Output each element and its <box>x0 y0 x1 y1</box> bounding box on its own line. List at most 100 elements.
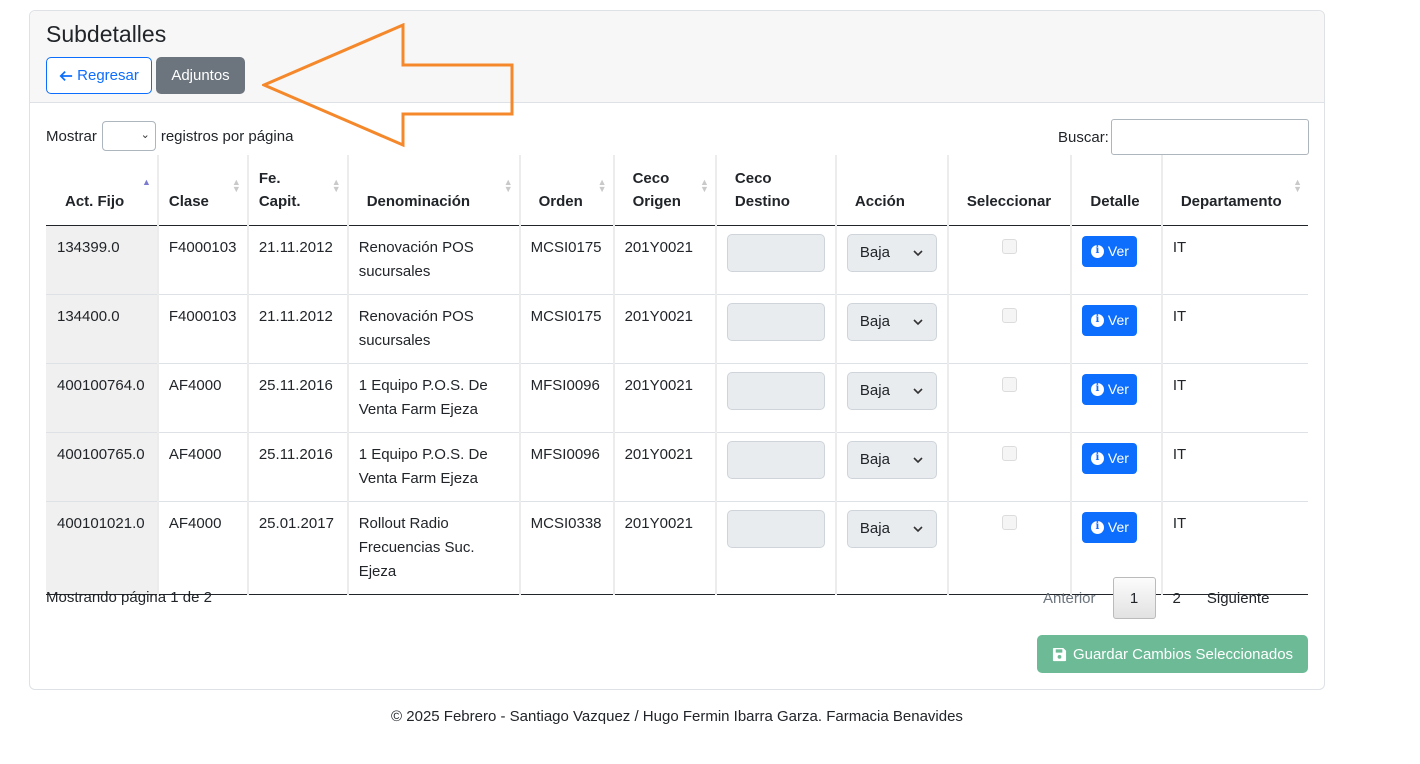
page-length-select[interactable]: ⌄ <box>101 121 156 151</box>
cell-clase: F4000103 <box>156 294 248 364</box>
cell-orden: MFSI0096 <box>518 363 614 433</box>
action-select[interactable]: Baja <box>846 509 937 548</box>
col-header-departamento[interactable]: Departamento ▲ ▼ <box>1160 155 1308 226</box>
attachments-button[interactable]: Adjuntos <box>156 57 245 94</box>
action-select[interactable]: Baja <box>846 302 937 341</box>
cell-accion: Baja <box>834 432 948 502</box>
cell-detalle: i Ver <box>1070 432 1162 502</box>
view-detail-button[interactable]: i Ver <box>1082 304 1138 336</box>
col-header-orden[interactable]: Orden ▲ ▼ <box>518 155 614 226</box>
cell-ceco-origen: 201Y0021 <box>612 432 716 502</box>
pagination-info: Mostrando página 1 de 2 <box>46 589 212 606</box>
col-header-act-fijo[interactable]: Act. Fijo ▲ <box>46 155 158 226</box>
sort-icon: ▲ ▼ <box>231 177 241 194</box>
sort-icon: ▲ ▼ <box>331 177 341 194</box>
col-header-fecha[interactable]: Fe. Capit. ▲ ▼ <box>246 155 348 226</box>
view-button-label: Ver <box>1107 450 1129 466</box>
view-detail-button[interactable]: i Ver <box>1082 373 1138 405</box>
action-select[interactable]: Baja <box>846 233 937 272</box>
cell-denominacion: 1 Equipo P.O.S. De Venta Farm Ejeza <box>346 432 520 502</box>
action-select[interactable]: Baja <box>846 371 937 410</box>
cell-ceco-destino <box>714 432 836 502</box>
cell-accion: Baja <box>834 225 948 295</box>
cell-detalle: i Ver <box>1070 225 1162 295</box>
view-detail-button[interactable]: i Ver <box>1082 511 1138 543</box>
view-button-label: Ver <box>1107 519 1129 535</box>
table-row: 400100765.0 AF4000 25.11.2016 1 Equipo P.O.… <box>46 432 1308 502</box>
info-icon: i <box>1090 313 1104 327</box>
cell-clase: AF4000 <box>156 432 248 502</box>
ceco-destino-input[interactable] <box>726 509 825 548</box>
col-header-detalle: Detalle <box>1070 155 1162 226</box>
assets-table: Act. Fijo ▲ Clase ▲ ▼ Fe. Capit. ▲ ▼ Denomina… <box>46 155 1308 595</box>
pagination-next[interactable]: Siguiente <box>1194 577 1283 619</box>
search-label: Buscar: <box>1058 128 1109 146</box>
search-control: Buscar: <box>1058 119 1309 155</box>
col-header-denominacion[interactable]: Denominación ▲ ▼ <box>346 155 520 226</box>
cell-fecha: 21.11.2012 <box>246 225 348 295</box>
ceco-destino-input[interactable] <box>726 440 825 479</box>
sort-icon: ▲ ▼ <box>597 177 607 194</box>
cell-denominacion: Renovación POS sucursales <box>346 225 520 295</box>
col-header-ceco-destino: Ceco Destino <box>714 155 836 226</box>
arrow-left-icon <box>59 70 73 81</box>
cell-detalle: i Ver <box>1070 363 1162 433</box>
pagination-page-2[interactable]: 2 <box>1160 577 1194 619</box>
cell-ceco-destino <box>714 225 836 295</box>
cell-ceco-origen: 201Y0021 <box>612 363 716 433</box>
select-checkbox[interactable] <box>1002 376 1018 392</box>
pagination-previous[interactable]: Anterior <box>1030 577 1109 619</box>
chevron-down-icon <box>913 387 923 394</box>
cell-act-fijo: 134399.0 <box>46 225 158 295</box>
cell-ceco-origen: 201Y0021 <box>612 501 716 595</box>
col-header-clase[interactable]: Clase ▲ ▼ <box>156 155 248 226</box>
back-button[interactable]: Regresar <box>46 57 152 94</box>
chevron-down-icon <box>913 456 923 463</box>
cell-orden: MCSI0175 <box>518 294 614 364</box>
cell-accion: Baja <box>834 501 948 595</box>
cell-departamento: IT <box>1160 225 1308 295</box>
cell-departamento: IT <box>1160 432 1308 502</box>
chevron-down-icon <box>913 525 923 532</box>
cell-ceco-origen: 201Y0021 <box>612 294 716 364</box>
cell-detalle: i Ver <box>1070 294 1162 364</box>
sort-asc-icon: ▲ <box>141 177 151 187</box>
ceco-destino-input[interactable] <box>726 302 825 341</box>
action-select-value: Baja <box>859 519 890 537</box>
cell-accion: Baja <box>834 294 948 364</box>
view-detail-button[interactable]: i Ver <box>1082 442 1138 474</box>
footer-text: © 2025 Febrero - Santiago Vazquez / Hugo… <box>391 708 963 725</box>
search-input[interactable] <box>1110 119 1309 155</box>
cell-fecha: 25.01.2017 <box>246 501 348 595</box>
select-checkbox[interactable] <box>1002 445 1018 461</box>
col-header-ceco-origen[interactable]: Ceco Origen ▲ ▼ <box>612 155 716 226</box>
info-icon: i <box>1090 520 1104 534</box>
view-button-label: Ver <box>1107 381 1129 397</box>
select-checkbox[interactable] <box>1002 238 1018 254</box>
table-row: 134400.0 F4000103 21.11.2012 Renovación POS… <box>46 294 1308 364</box>
cell-departamento: IT <box>1160 294 1308 364</box>
action-select[interactable]: Baja <box>846 440 937 479</box>
pagination: Anterior 1 2 Siguiente <box>1030 577 1282 619</box>
action-select-value: Baja <box>859 243 890 261</box>
info-icon: i <box>1090 382 1104 396</box>
page-title: Subdetalles <box>46 21 167 47</box>
cell-fecha: 25.11.2016 <box>246 363 348 433</box>
cell-act-fijo: 134400.0 <box>46 294 158 364</box>
view-detail-button[interactable]: i Ver <box>1082 235 1138 267</box>
cell-act-fijo: 400100764.0 <box>46 363 158 433</box>
per-page-label: registros por página <box>160 127 294 145</box>
cell-fecha: 21.11.2012 <box>246 294 348 364</box>
pagination-page-1[interactable]: 1 <box>1112 577 1156 619</box>
cell-clase: F4000103 <box>156 225 248 295</box>
cell-act-fijo: 400100765.0 <box>46 432 158 502</box>
sort-icon: ▲ ▼ <box>699 177 709 194</box>
cell-ceco-destino <box>714 501 836 595</box>
ceco-destino-input[interactable] <box>726 233 825 272</box>
cell-orden: MCSI0175 <box>518 225 614 295</box>
save-selected-button[interactable]: Guardar Cambios Seleccionados <box>1037 635 1308 673</box>
select-checkbox[interactable] <box>1002 307 1018 323</box>
ceco-destino-input[interactable] <box>726 371 825 410</box>
cell-ceco-origen: 201Y0021 <box>612 225 716 295</box>
select-checkbox[interactable] <box>1002 514 1018 530</box>
